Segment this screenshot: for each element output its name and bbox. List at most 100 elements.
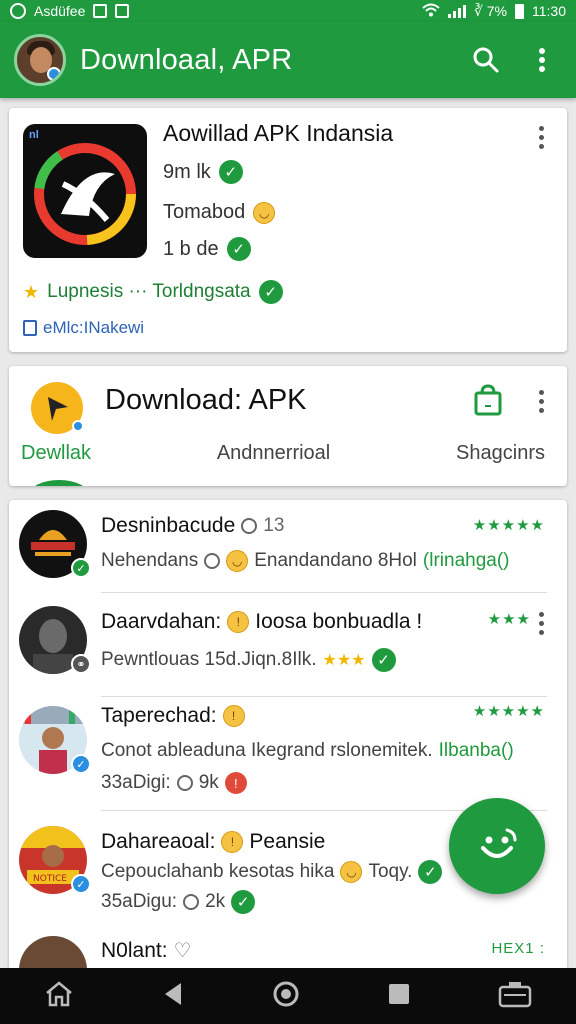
list-item[interactable]: N0lant: ♡ HEX1 : (9, 928, 567, 970)
recents-icon[interactable] (387, 982, 411, 1011)
tab-share[interactable]: Shagcinrs (456, 442, 545, 465)
list-item[interactable]: ✓ Desninbacude 13 ★★★★★ Nehendans ◡ Enan… (9, 500, 567, 600)
document-icon (23, 320, 37, 336)
signal-icon (447, 4, 466, 18)
app-small-logo-icon (31, 382, 84, 434)
emoji-icon: ! (222, 705, 245, 727)
camera-icon[interactable] (498, 980, 532, 1013)
app-downloads-text: 1 b de (163, 237, 219, 260)
list-item-title: Dahareaoal: ! Peansie (101, 830, 325, 854)
list-item-subtitle: Pewntlouas 15d.Jiqn.8Ilk. ★★★ ✓ (101, 648, 396, 672)
featured-app-card[interactable]: nl Aowillad APK Indansia 9m lk ✓ Tomabod… (9, 108, 567, 352)
status-app-icon (10, 3, 26, 19)
list-item-desc-2: Toqy. (368, 861, 413, 882)
clock-icon (241, 518, 258, 534)
home-icon[interactable] (44, 980, 74, 1013)
list-item-desc: Cepouclahanb kesotas hika (101, 861, 335, 882)
home-circle-icon[interactable] (272, 980, 300, 1013)
card-more-icon[interactable] (535, 390, 547, 413)
emoji-icon: ! (221, 831, 244, 853)
list-item-desc: Pewntlouas 15d.Jiqn.8Ilk. (101, 649, 317, 670)
app-logo-icon: nl (23, 124, 147, 258)
list-item-desc: Nehendans (101, 550, 199, 571)
rating-text: Lupnesis ··· Torldngsata (47, 281, 251, 302)
check-icon: ✓ (418, 860, 443, 884)
list-item-count: 2k (205, 891, 226, 912)
check-icon: ✓ (226, 237, 251, 261)
rating-stars: ★★★★★ (472, 703, 545, 720)
search-icon[interactable] (466, 40, 506, 80)
list-item-link[interactable]: (lrinahga() (423, 550, 510, 572)
list-item-meta: 33aDigi: 9k ! (101, 772, 247, 794)
heart-icon[interactable]: ♡ (174, 938, 192, 963)
smile-emoji-icon: ◡ (226, 550, 249, 572)
rating-row: ★ Lupnesis ··· Torldngsata ✓ (23, 280, 283, 304)
list-item-date: 33aDigi: (101, 772, 171, 793)
app-author-text: Tomabod (163, 201, 246, 223)
rating-stars: HEX1 : (491, 940, 545, 957)
info-link-text: eMlc:INakewi (43, 318, 145, 337)
store-bag-icon[interactable] (471, 384, 505, 423)
list-item-count: 13 (263, 515, 285, 536)
check-icon: ✓ (218, 160, 243, 184)
list-item[interactable]: ⚭ Daarvdahan: ! Ioosa bonbuadla ! ★★★ Pe… (9, 596, 567, 696)
card-tabs: Dewllak Andnnerrioal Shagcinrs (9, 442, 567, 465)
battery-icon (515, 3, 524, 19)
card-more-icon[interactable] (535, 126, 547, 149)
list-item-subtitle: Nehendans ◡ Enandandano 8Hol (lrinahga() (101, 550, 510, 572)
app-title-text: Aowillad APK Indansia (163, 120, 394, 146)
battery-label: ∛ 7% (473, 2, 507, 19)
clock-icon (204, 553, 221, 569)
tab-download[interactable]: Dewllak (21, 442, 91, 465)
tab-android[interactable]: Andnnerrioal (217, 442, 330, 465)
avatar (19, 936, 87, 970)
list-item-link[interactable]: Ilbanba() (439, 740, 514, 762)
svg-text:NOTICE: NOTICE (33, 874, 67, 884)
verified-badge-icon: ✓ (71, 558, 91, 578)
wifi-icon (422, 3, 440, 20)
list-item-subtitle: Cepouclahanb kesotas hika ◡ Toqy. ✓ (101, 860, 443, 884)
list-item-title: Desninbacude 13 (101, 514, 284, 538)
app-info-line-2: Tomabod ◡ (163, 201, 276, 224)
smile-emoji-icon: ◡ (253, 201, 276, 224)
list-item-name-extra: Peansie (249, 830, 326, 853)
download-apk-card[interactable]: Download: APK Dewllak Andnnerrioal Shagc… (9, 366, 567, 486)
verified-badge-icon: ✓ (71, 754, 91, 774)
list-item-name: Desninbacude (101, 514, 236, 537)
list-item-count: 9k (198, 772, 219, 793)
profile-avatar[interactable] (14, 34, 66, 86)
list-item-subtitle: Conot ableaduna Ikegrand rslonemitek. Il… (101, 740, 514, 762)
list-item-title: Daarvdahan: ! Ioosa bonbuadla ! (101, 610, 422, 634)
back-icon[interactable] (161, 981, 185, 1012)
list-item[interactable]: ✓ Taperechad: ! ★★★★★ Conot ableaduna Ik… (9, 696, 567, 796)
check-icon: ✓ (371, 648, 396, 672)
system-nav-bar (0, 968, 576, 1024)
item-more-icon[interactable] (535, 612, 547, 635)
list-item-name-extra: Ioosa bonbuadla ! (255, 610, 423, 633)
rating-stars: ★★★★★ (472, 517, 545, 534)
list-item-name: Taperechad: (101, 704, 217, 727)
more-vert-icon[interactable] (522, 40, 562, 80)
app-icon-tag: nl (29, 129, 39, 141)
clock-icon (183, 894, 200, 910)
info-link[interactable]: eMlc:INakewi (23, 318, 144, 338)
status-notification-icon (93, 4, 108, 18)
emoji-icon: ! (227, 611, 250, 633)
list-item-name: Dahareaoal: (101, 830, 216, 853)
smile-icon (481, 828, 517, 858)
card-title: Download: APK (105, 384, 307, 416)
star-icon: ★ (23, 281, 40, 302)
list-item-name: N0lant: (101, 938, 168, 962)
tab-indicator (29, 480, 89, 486)
list-item-meta: 35aDigu: 2k ✓ (101, 890, 256, 914)
rating-stars: ★★★ (487, 611, 531, 628)
fab-smile-button[interactable] (449, 798, 545, 894)
link-badge-icon: ⚭ (71, 654, 91, 674)
warning-icon: ! (224, 772, 247, 794)
list-item-title: N0lant: ♡ (101, 938, 191, 963)
app-size-text: 9m lk (163, 160, 211, 183)
app-list-card: ✓ Desninbacude 13 ★★★★★ Nehendans ◡ Enan… (9, 500, 567, 970)
verified-badge-icon: ✓ (71, 874, 91, 894)
check-icon: ✓ (258, 280, 283, 304)
status-notification-icon-2 (115, 4, 130, 18)
